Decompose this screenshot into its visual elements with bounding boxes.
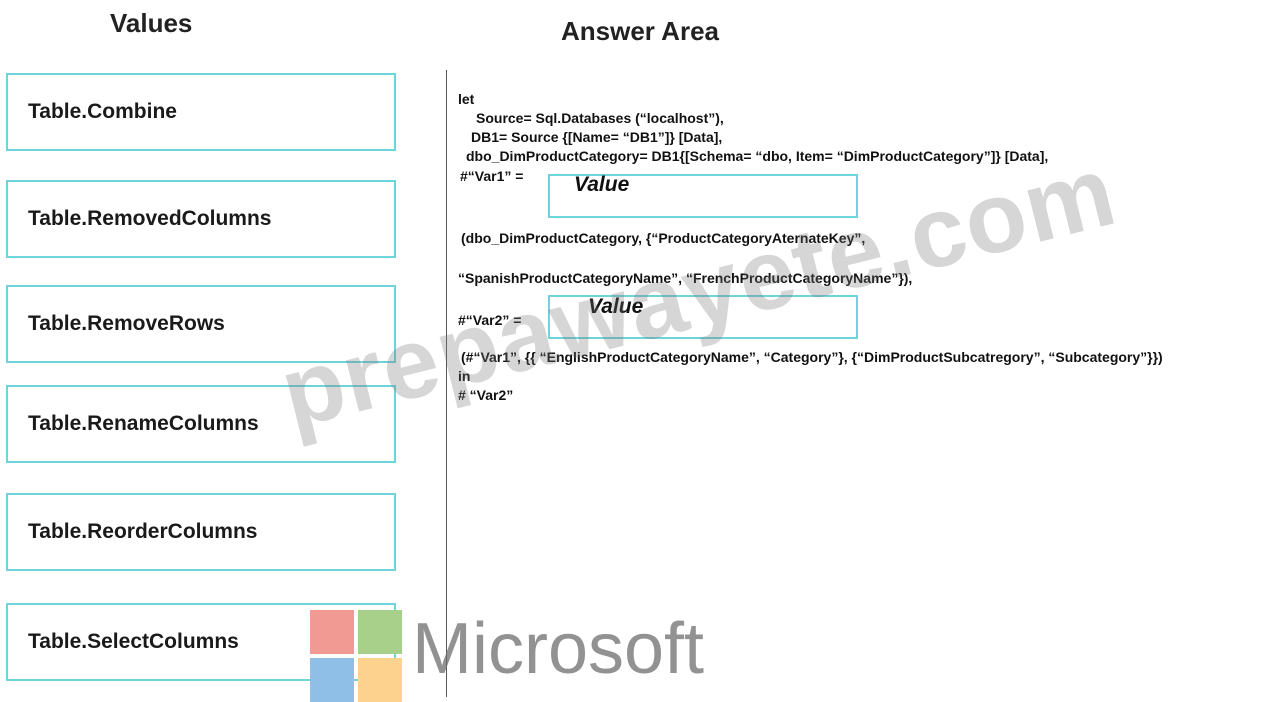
code-line-db1: DB1= Source {[Name= “DB1”]} [Data], xyxy=(471,129,723,145)
column-divider xyxy=(446,70,447,697)
value-option-table-combine[interactable]: Table.Combine xyxy=(6,73,396,151)
code-line-var1-label: #“Var1” = xyxy=(460,168,524,184)
var2-drop-placeholder: Value xyxy=(588,295,644,318)
code-line-result: # “Var2” xyxy=(458,387,514,403)
code-line-source: Source= Sql.Databases (“localhost”), xyxy=(476,110,724,126)
value-option-table-removerows[interactable]: Table.RemoveRows xyxy=(6,285,396,363)
code-line-column-list-1: (dbo_DimProductCategory, {“ProductCatego… xyxy=(461,230,866,246)
microsoft-wordmark: Microsoft xyxy=(412,609,705,689)
code-line-var2-label: #“Var2” = xyxy=(458,312,522,328)
value-option-table-selectcolumns[interactable]: Table.SelectColumns xyxy=(6,603,396,681)
value-option-table-reordercolumns[interactable]: Table.ReorderColumns xyxy=(6,493,396,571)
var1-drop-placeholder: Value xyxy=(574,173,630,196)
code-line-let: let xyxy=(458,91,475,107)
value-option-table-removedcolumns[interactable]: Table.RemovedColumns xyxy=(6,180,396,258)
code-line-column-list-2: “SpanishProductCategoryName”, “FrenchPro… xyxy=(458,270,913,286)
values-heading: Values xyxy=(110,8,193,38)
value-option-table-renamecolumns[interactable]: Table.RenameColumns xyxy=(6,385,396,463)
code-line-in: in xyxy=(458,368,471,384)
code-line-rename-list: (#“Var1”, {{ “EnglishProductCategoryName… xyxy=(461,349,1163,365)
answer-area-heading: Answer Area xyxy=(561,16,719,46)
code-line-dimproductcategory: dbo_DimProductCategory= DB1{[Schema= “db… xyxy=(466,148,1049,164)
